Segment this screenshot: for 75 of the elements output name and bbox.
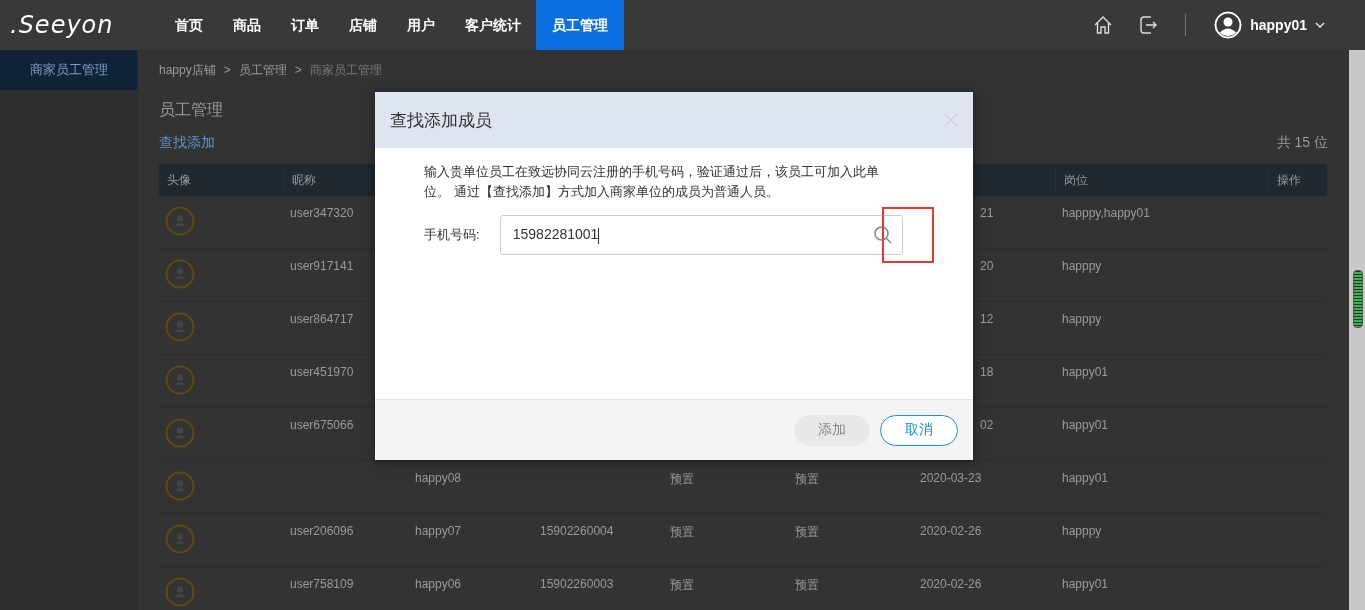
- breadcrumb-item[interactable]: 员工管理: [238, 61, 287, 79]
- avatar-icon: [165, 365, 195, 395]
- table-cell: happy07: [415, 524, 462, 538]
- breadcrumb-item: 商家员工管理: [309, 61, 382, 79]
- search-icon[interactable]: [873, 225, 893, 245]
- table-cell: 预置: [795, 578, 819, 592]
- table-cell: 02: [980, 418, 994, 432]
- column-header: 头像: [167, 173, 191, 187]
- dialog-button[interactable]: 取消: [880, 414, 958, 446]
- breadcrumb-separator: >: [294, 63, 302, 77]
- chevron-down-icon[interactable]: [1315, 21, 1325, 29]
- nav-tab[interactable]: 客户统计: [450, 0, 536, 50]
- table-cell: happpy: [1062, 312, 1102, 326]
- table-cell: 15902260003: [540, 577, 614, 591]
- avatar-icon: [165, 524, 195, 554]
- nav-tab[interactable]: 订单: [276, 0, 334, 50]
- scrollbar-thumb[interactable]: [1353, 270, 1363, 328]
- table-cell: 2020-02-26: [920, 524, 982, 538]
- table-cell: user864717: [290, 312, 354, 326]
- column-header: 昵称: [292, 173, 316, 187]
- column-header: 操作: [1277, 173, 1301, 187]
- table-cell: 21: [980, 206, 994, 220]
- home-icon[interactable]: [1093, 15, 1114, 35]
- column-header: 岗位: [1064, 173, 1088, 187]
- table-cell: 预置: [795, 472, 819, 486]
- avatar-icon: [165, 206, 195, 236]
- table-cell: 预置: [670, 472, 694, 486]
- table-cell: happy01: [1062, 365, 1109, 379]
- logo: .Seeyon: [9, 11, 115, 39]
- avatar-icon: [165, 577, 195, 607]
- user-avatar-icon[interactable]: [1214, 11, 1243, 39]
- dialog-description: 输入贵单位员工在致远协同云注册的手机号码，验证通过后，该员工可加入此单位。 通过【查找添加】方式加入商家单位的成员为普通人员。: [424, 163, 880, 201]
- table-cell: user917141: [290, 259, 354, 273]
- table-cell: happy06: [415, 577, 462, 591]
- table-cell: happy01: [1062, 577, 1109, 591]
- table-cell: user675066: [290, 418, 354, 432]
- nav-tab[interactable]: 首页: [160, 0, 218, 50]
- table-cell: user206096: [290, 524, 354, 538]
- user-name[interactable]: happy01: [1250, 17, 1307, 33]
- breadcrumb-separator: >: [223, 63, 231, 77]
- table-cell: happpy: [1062, 259, 1102, 273]
- breadcrumb-item[interactable]: happy店铺: [159, 61, 216, 79]
- avatar-icon: [165, 259, 195, 289]
- table-cell: user347320: [290, 206, 354, 220]
- table-cell: happy01: [1062, 471, 1109, 485]
- avatar-icon: [165, 312, 195, 342]
- avatar-icon: [165, 471, 195, 501]
- nav-tab[interactable]: 店铺: [334, 0, 392, 50]
- table-cell: user451970: [290, 365, 354, 379]
- nav-tab[interactable]: 商品: [218, 0, 276, 50]
- nav-tab[interactable]: 用户: [392, 0, 450, 50]
- dialog-title: 查找添加成员: [390, 109, 492, 132]
- nav-tab[interactable]: 员工管理: [536, 0, 624, 50]
- find-add-link[interactable]: 查找添加: [159, 134, 215, 152]
- table-cell: happpy: [1062, 524, 1102, 538]
- table-cell: happpy,happy01: [1062, 206, 1150, 220]
- table-cell: happy08: [415, 471, 462, 485]
- table-cell: 20: [980, 259, 994, 273]
- field-label: 手机号码:: [424, 226, 481, 244]
- table-cell: 预置: [670, 525, 694, 539]
- avatar-icon: [165, 418, 195, 448]
- page-title: 员工管理: [159, 101, 223, 118]
- table-cell: user758109: [290, 577, 354, 591]
- table-cell: 2020-03-23: [920, 471, 982, 485]
- scrollbar[interactable]: [1349, 50, 1365, 610]
- table-cell: 12: [980, 312, 994, 326]
- table-cell: 预置: [795, 525, 819, 539]
- table-cell: 预置: [670, 578, 694, 592]
- total-count: 共 15 位: [1276, 134, 1328, 152]
- table-cell: 18: [980, 365, 994, 379]
- table-cell: 2020-02-26: [920, 577, 982, 591]
- phone-input-field[interactable]: 15982281001: [499, 215, 903, 255]
- table-cell: 15902260004: [540, 524, 614, 538]
- sidebar-item[interactable]: 商家员工管理: [0, 50, 137, 90]
- table-cell: happy01: [1062, 418, 1109, 432]
